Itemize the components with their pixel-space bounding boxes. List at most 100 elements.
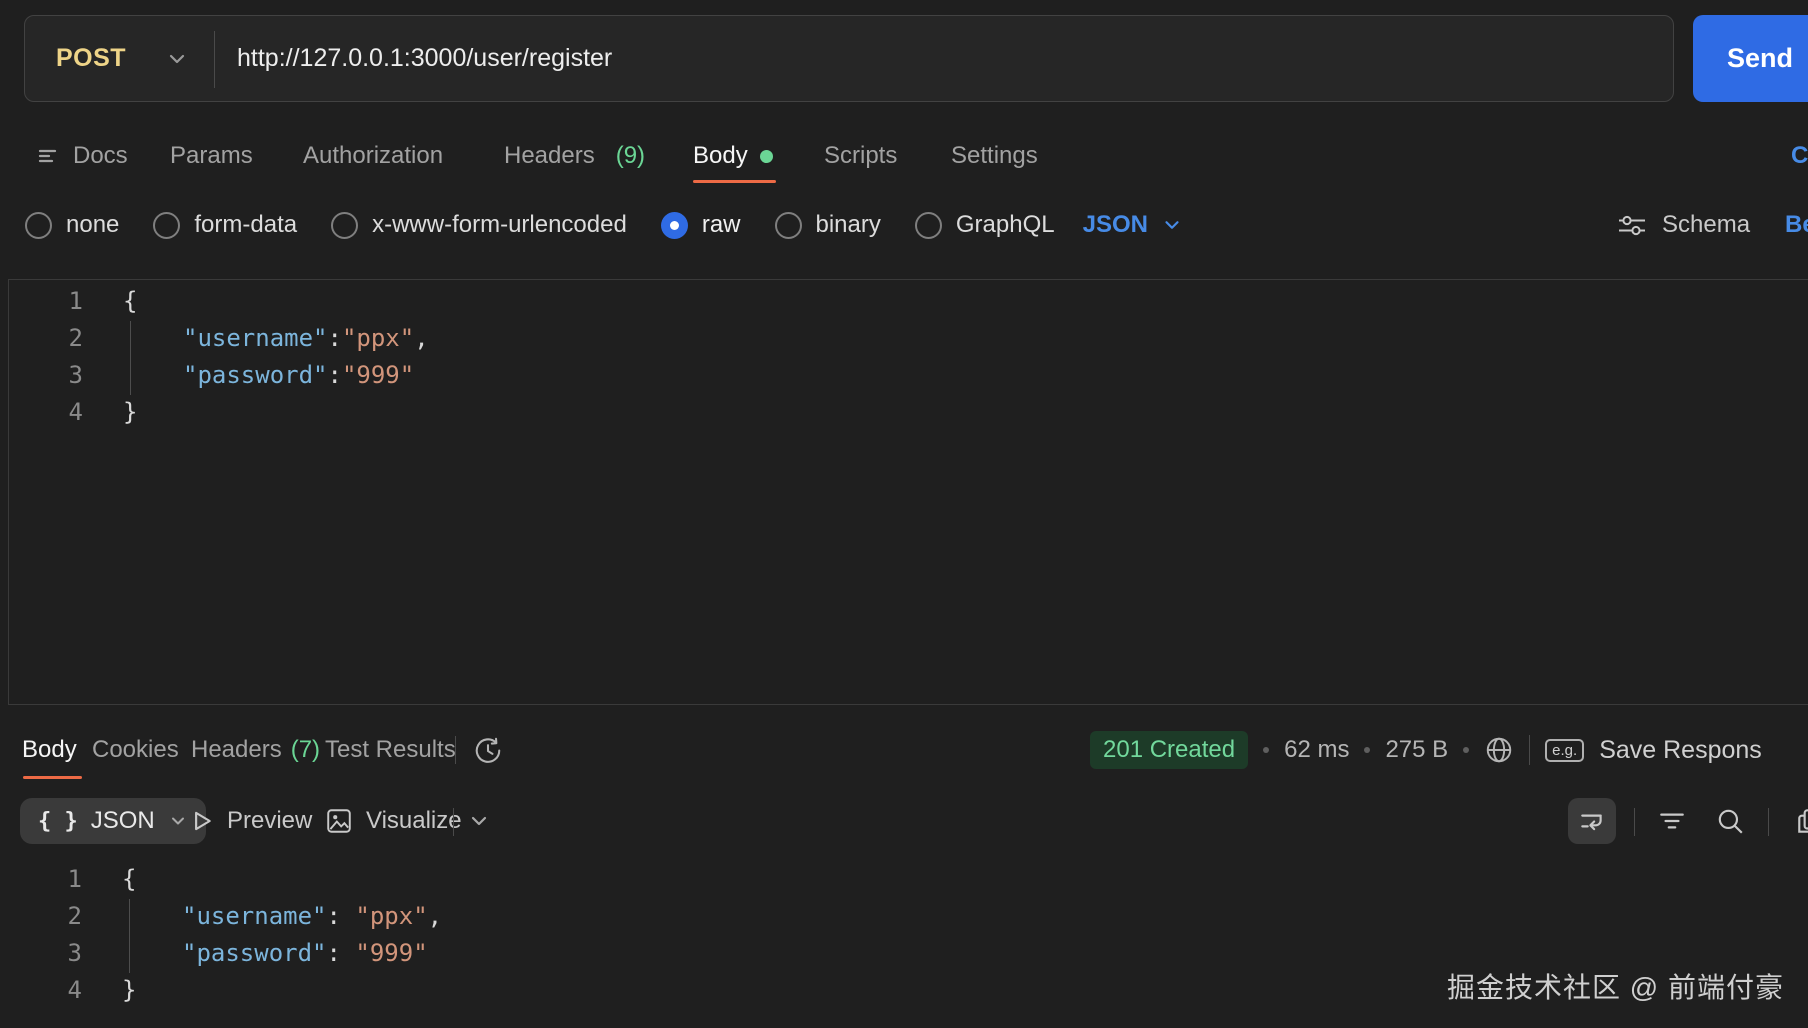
- response-headers-count-badge: (7): [290, 736, 321, 763]
- tab-body[interactable]: Body: [693, 130, 773, 182]
- code-text: "password":"999": [183, 361, 415, 389]
- request-tabs: Docs Params Authorization Headers (9) Bod…: [0, 130, 1808, 182]
- json-braces-icon: { }: [38, 808, 78, 834]
- schema-button[interactable]: Schema: [1616, 198, 1750, 252]
- tab-headers[interactable]: Headers (9): [504, 130, 645, 182]
- tab-params[interactable]: Params: [170, 130, 253, 182]
- code-text: }: [122, 976, 137, 1004]
- response-tab-body[interactable]: Body: [22, 723, 77, 777]
- tab-headers-label: Headers: [504, 142, 595, 169]
- code-line-2: 2 "username": "ppx",: [8, 898, 1808, 935]
- response-format-value: JSON: [90, 807, 155, 834]
- tab-scripts-label: Scripts: [824, 142, 898, 169]
- method-select[interactable]: POST: [25, 16, 214, 101]
- url-input[interactable]: http://127.0.0.1:3000/user/register: [237, 16, 612, 101]
- image-icon: [325, 807, 353, 835]
- line-number: 1: [68, 287, 83, 315]
- postman-request-view: POST http://127.0.0.1:3000/user/register…: [0, 0, 1808, 1028]
- cookies-link[interactable]: C: [1791, 130, 1808, 182]
- copy-button[interactable]: [1786, 798, 1808, 844]
- network-globe-icon[interactable]: [1484, 735, 1514, 765]
- radio-selected-icon: [660, 211, 688, 239]
- chevron-down-icon: [168, 811, 188, 831]
- line-number: 4: [67, 976, 82, 1004]
- radio-raw-selected[interactable]: raw: [660, 211, 741, 239]
- radio-none[interactable]: none: [25, 211, 119, 239]
- response-tab-headers-label: Headers: [191, 736, 282, 763]
- indent-guide: [129, 899, 130, 973]
- response-tab-headers[interactable]: Headers (7): [191, 723, 320, 777]
- divider: [1634, 808, 1635, 836]
- preview-button[interactable]: Preview: [188, 795, 312, 847]
- response-status-bar: 201 Created 62 ms 275 B e.g. Save Respon…: [1090, 723, 1762, 777]
- radio-binary-label: binary: [815, 211, 881, 238]
- body-modified-dot: [759, 149, 773, 163]
- radio-circle-icon: [774, 211, 802, 239]
- tab-authorization-label: Authorization: [303, 142, 444, 169]
- code-line-2: 2 "username":"ppx",: [9, 320, 1808, 357]
- tab-authorization[interactable]: Authorization: [303, 130, 443, 182]
- body-type-selector: none form-data x-www-form-urlencoded raw…: [25, 198, 1183, 252]
- active-tab-underline: [693, 180, 776, 183]
- divider: [453, 808, 454, 836]
- response-tab-cookies-label: Cookies: [92, 736, 179, 763]
- chevron-down-icon: [1161, 214, 1183, 236]
- history-clock-icon: [473, 735, 503, 765]
- url-bar: POST http://127.0.0.1:3000/user/register: [24, 15, 1674, 102]
- wrap-text-button[interactable]: [1568, 798, 1616, 844]
- response-format-select[interactable]: { } JSON: [20, 798, 206, 844]
- radio-raw-label: raw: [701, 211, 741, 238]
- beautify-link[interactable]: Be: [1785, 198, 1808, 252]
- dot-separator: [1263, 747, 1270, 753]
- radio-graphql-label: GraphQL: [955, 211, 1055, 238]
- raw-format-select[interactable]: JSON: [1083, 211, 1183, 239]
- radio-x-www-form-urlencoded[interactable]: x-www-form-urlencoded: [331, 211, 627, 239]
- visualize-button[interactable]: Visualize: [325, 795, 462, 847]
- divider: [214, 31, 215, 88]
- radio-urlencoded-label: x-www-form-urlencoded: [372, 211, 627, 238]
- radio-none-label: none: [66, 211, 120, 238]
- response-tab-test-results[interactable]: Test Results: [325, 723, 456, 777]
- method-label: POST: [56, 44, 127, 72]
- tab-settings[interactable]: Settings: [951, 130, 1038, 182]
- send-button[interactable]: Send: [1693, 15, 1808, 102]
- radio-binary[interactable]: binary: [774, 211, 881, 239]
- line-number: 1: [67, 865, 82, 893]
- more-views-dropdown[interactable]: [467, 795, 491, 847]
- radio-circle-icon: [153, 211, 181, 239]
- request-body-editor[interactable]: 1 { 2 "username":"ppx", 3 "password":"99…: [8, 279, 1808, 705]
- code-text: {: [123, 287, 138, 315]
- code-line-4: 4 }: [9, 394, 1808, 431]
- line-number: 2: [67, 902, 82, 930]
- search-button[interactable]: [1706, 798, 1754, 844]
- tab-docs[interactable]: Docs: [35, 130, 128, 182]
- send-button-label: Send: [1726, 43, 1793, 73]
- tab-body-label: Body: [693, 142, 748, 169]
- response-size: 275 B: [1385, 736, 1449, 763]
- dot-separator: [1364, 747, 1371, 753]
- save-response-button[interactable]: Save Respons: [1599, 736, 1762, 765]
- code-text: "username":"ppx",: [183, 324, 429, 352]
- response-time: 62 ms: [1284, 736, 1350, 763]
- divider: [1768, 808, 1769, 836]
- divider: [1529, 735, 1531, 765]
- response-tab-cookies[interactable]: Cookies: [92, 723, 179, 777]
- schema-label: Schema: [1662, 211, 1751, 238]
- headers-count-badge: (9): [615, 142, 646, 169]
- filter-button[interactable]: [1648, 798, 1696, 844]
- tab-scripts[interactable]: Scripts: [824, 130, 897, 182]
- radio-graphql[interactable]: GraphQL: [914, 211, 1055, 239]
- visualize-label: Visualize: [366, 807, 462, 834]
- status-badge: 201 Created: [1090, 731, 1249, 769]
- radio-form-data[interactable]: form-data: [153, 211, 297, 239]
- chevron-down-icon: [165, 47, 189, 71]
- code-text: "password": "999": [182, 939, 428, 967]
- tab-docs-label: Docs: [73, 142, 128, 169]
- active-response-tab-underline: [23, 776, 82, 779]
- response-tab-test-results-label: Test Results: [325, 736, 456, 763]
- radio-circle-icon: [914, 211, 942, 239]
- docs-icon: [35, 143, 61, 169]
- dot-separator: [1463, 747, 1470, 753]
- response-history-button[interactable]: [473, 723, 503, 777]
- radio-circle-icon: [25, 211, 52, 239]
